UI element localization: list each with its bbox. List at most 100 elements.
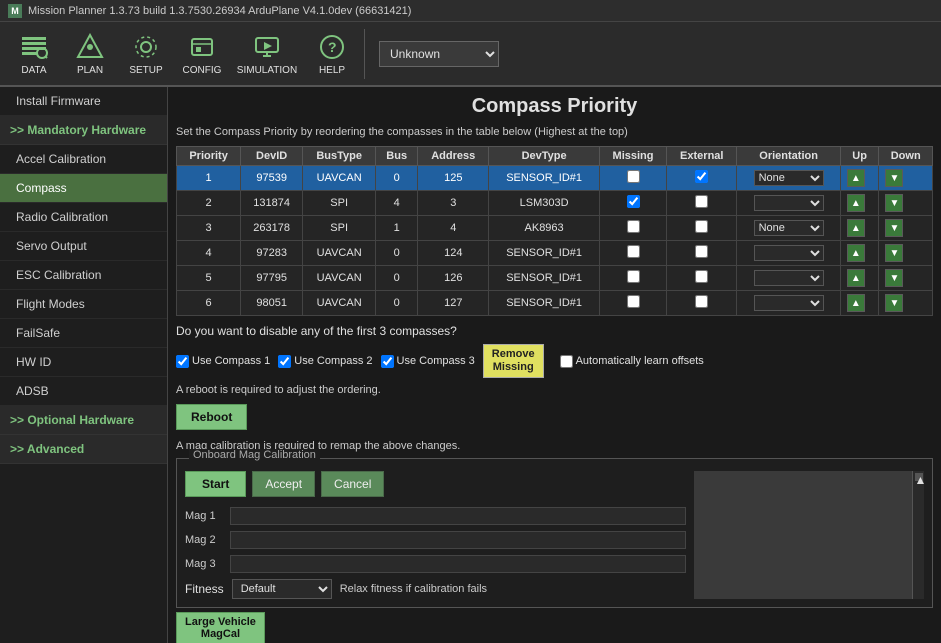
cell-external[interactable] [667, 166, 737, 191]
up-button[interactable]: ▲ [847, 219, 865, 237]
cell-up[interactable]: ▲ [840, 241, 879, 266]
external-checkbox[interactable] [695, 245, 708, 258]
cell-up[interactable]: ▲ [840, 216, 879, 241]
auto-learn-label[interactable]: Automatically learn offsets [560, 355, 704, 368]
accept-button[interactable]: Accept [252, 471, 315, 497]
up-button[interactable]: ▲ [847, 194, 865, 212]
table-row[interactable]: 497283UAVCAN0124SENSOR_ID#1▲▼ [177, 241, 933, 266]
cell-missing[interactable] [599, 266, 666, 291]
cell-up[interactable]: ▲ [840, 291, 879, 316]
sidebar-item-compass[interactable]: Compass [0, 174, 167, 203]
cell-orientation[interactable] [737, 191, 840, 216]
cell-down[interactable]: ▼ [879, 216, 933, 241]
external-checkbox[interactable] [695, 295, 708, 308]
use-compass3-label[interactable]: Use Compass 3 [381, 355, 475, 368]
cell-external[interactable] [667, 266, 737, 291]
cell-external[interactable] [667, 291, 737, 316]
cell-external[interactable] [667, 241, 737, 266]
up-button[interactable]: ▲ [847, 269, 865, 287]
cell-missing[interactable] [599, 191, 666, 216]
use-compass1-label[interactable]: Use Compass 1 [176, 355, 270, 368]
cell-up[interactable]: ▲ [840, 191, 879, 216]
external-checkbox[interactable] [695, 220, 708, 233]
cell-external[interactable] [667, 191, 737, 216]
fitness-dropdown[interactable]: Default Relaxed Strict [232, 579, 332, 599]
large-vehicle-magcal-button[interactable]: Large VehicleMagCal [176, 612, 265, 643]
auto-learn-checkbox[interactable] [560, 355, 573, 368]
orientation-select[interactable]: None [754, 170, 824, 186]
vehicle-type-dropdown[interactable]: Unknown [379, 41, 499, 67]
toolbar-plan[interactable]: PLAN [64, 26, 116, 81]
up-button[interactable]: ▲ [847, 244, 865, 262]
cell-orientation[interactable]: None [737, 216, 840, 241]
missing-checkbox[interactable] [627, 170, 640, 183]
table-row[interactable]: 597795UAVCAN0126SENSOR_ID#1▲▼ [177, 266, 933, 291]
sidebar-item-esc-calibration[interactable]: ESC Calibration [0, 261, 167, 290]
use-compass1-checkbox[interactable] [176, 355, 189, 368]
down-button[interactable]: ▼ [885, 219, 903, 237]
cell-up[interactable]: ▲ [840, 266, 879, 291]
use-compass2-label[interactable]: Use Compass 2 [278, 355, 372, 368]
sidebar-item-adsb[interactable]: ADSB [0, 377, 167, 406]
table-row[interactable]: 3263178SPI14AK8963None▲▼ [177, 216, 933, 241]
missing-checkbox[interactable] [627, 220, 640, 233]
missing-checkbox[interactable] [627, 245, 640, 258]
toolbar-setup[interactable]: SETUP [120, 26, 172, 81]
sidebar-item-install-firmware[interactable]: Install Firmware [0, 87, 167, 116]
cell-down[interactable]: ▼ [879, 291, 933, 316]
use-compass2-checkbox[interactable] [278, 355, 291, 368]
external-checkbox[interactable] [695, 195, 708, 208]
down-button[interactable]: ▼ [885, 169, 903, 187]
cell-down[interactable]: ▼ [879, 166, 933, 191]
sidebar-item-radio-calibration[interactable]: Radio Calibration [0, 203, 167, 232]
up-button[interactable]: ▲ [847, 169, 865, 187]
cancel-button[interactable]: Cancel [321, 471, 384, 497]
cell-orientation[interactable] [737, 291, 840, 316]
use-compass3-checkbox[interactable] [381, 355, 394, 368]
orientation-select[interactable] [754, 195, 824, 211]
down-button[interactable]: ▼ [885, 294, 903, 312]
reboot-button[interactable]: Reboot [176, 404, 247, 430]
sidebar-item-servo-output[interactable]: Servo Output [0, 232, 167, 261]
cell-down[interactable]: ▼ [879, 266, 933, 291]
orientation-select[interactable] [754, 245, 824, 261]
cell-orientation[interactable]: None [737, 166, 840, 191]
cell-orientation[interactable] [737, 266, 840, 291]
cell-missing[interactable] [599, 216, 666, 241]
missing-checkbox[interactable] [627, 270, 640, 283]
down-button[interactable]: ▼ [885, 194, 903, 212]
sidebar-item-failsafe[interactable]: FailSafe [0, 319, 167, 348]
cell-up[interactable]: ▲ [840, 166, 879, 191]
remove-missing-button[interactable]: RemoveMissing [483, 344, 544, 378]
orientation-select[interactable] [754, 295, 824, 311]
up-button[interactable]: ▲ [847, 294, 865, 312]
table-row[interactable]: 197539UAVCAN0125SENSOR_ID#1None▲▼ [177, 166, 933, 191]
sidebar-mandatory-header[interactable]: >> Mandatory Hardware [0, 116, 167, 145]
toolbar-config[interactable]: CONFIG [176, 26, 228, 81]
toolbar-data[interactable]: DATA [8, 26, 60, 81]
down-button[interactable]: ▼ [885, 244, 903, 262]
sidebar-item-accel-calibration[interactable]: Accel Calibration [0, 145, 167, 174]
toolbar-simulation[interactable]: SIMULATION [232, 26, 302, 81]
cell-missing[interactable] [599, 241, 666, 266]
orientation-select[interactable] [754, 270, 824, 286]
external-checkbox[interactable] [695, 170, 708, 183]
sidebar-item-flight-modes[interactable]: Flight Modes [0, 290, 167, 319]
start-button[interactable]: Start [185, 471, 246, 497]
sidebar-advanced-header[interactable]: >> Advanced [0, 435, 167, 464]
cell-orientation[interactable] [737, 241, 840, 266]
cell-missing[interactable] [599, 291, 666, 316]
table-row[interactable]: 698051UAVCAN0127SENSOR_ID#1▲▼ [177, 291, 933, 316]
missing-checkbox[interactable] [627, 295, 640, 308]
orientation-select[interactable]: None [754, 220, 824, 236]
scrollbar-up[interactable]: ▲ [915, 473, 923, 481]
cell-external[interactable] [667, 216, 737, 241]
cell-down[interactable]: ▼ [879, 241, 933, 266]
table-row[interactable]: 2131874SPI43LSM303D▲▼ [177, 191, 933, 216]
cell-down[interactable]: ▼ [879, 191, 933, 216]
cell-missing[interactable] [599, 166, 666, 191]
sidebar-optional-header[interactable]: >> Optional Hardware [0, 406, 167, 435]
external-checkbox[interactable] [695, 270, 708, 283]
down-button[interactable]: ▼ [885, 269, 903, 287]
sidebar-item-hw-id[interactable]: HW ID [0, 348, 167, 377]
